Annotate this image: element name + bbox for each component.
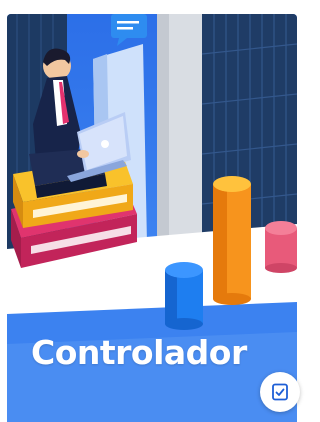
card-title: Controlador (31, 333, 247, 372)
app-card[interactable]: Controlador (7, 14, 297, 422)
checklist-button[interactable] (260, 372, 300, 412)
checklist-icon (272, 383, 288, 401)
